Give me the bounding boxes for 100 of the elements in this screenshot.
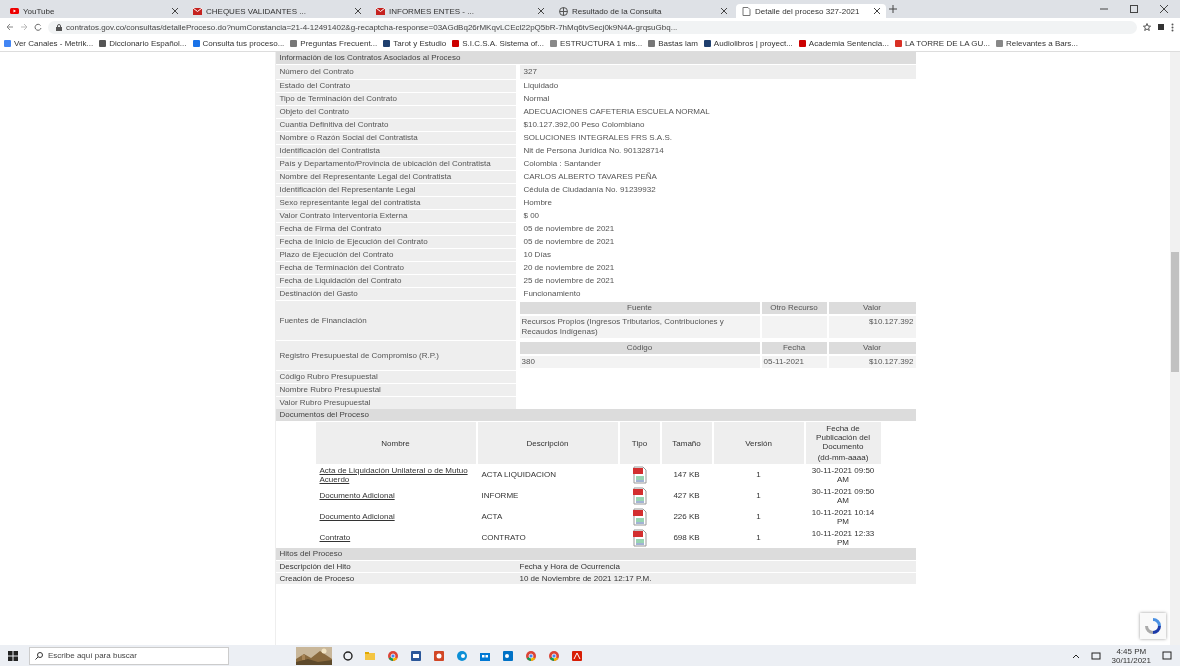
bookmark-icon [99,40,107,47]
table-cell: 05-11-2021 [761,356,827,368]
browser-tab[interactable]: CHEQUES VALIDANTES ... [187,4,367,18]
document-link[interactable]: Documento Adicional [319,491,395,500]
field-value: 05 de noviembre de 2021 [522,236,616,248]
app-icon[interactable] [387,649,399,662]
lock-icon [56,23,62,31]
bookmark-icon [798,40,806,47]
maximize-icon[interactable] [1130,5,1138,13]
browser-tab[interactable]: INFORMES ENTES - ... [370,4,550,18]
field-value: 05 de noviembre de 2021 [522,223,616,235]
column-header: Fuente [519,302,760,314]
field-label: Identificación del Representante Legal [275,184,516,196]
close-icon[interactable] [721,8,727,14]
table-cell-text: 427 KB [672,490,701,502]
browser-tab[interactable]: Detalle del proceso 327-2021 [736,4,886,18]
field-value: 327 [519,65,916,79]
document-link[interactable]: Documento Adicional [319,512,395,521]
app-icon[interactable] [571,649,583,662]
column-header: Fecha [761,342,827,354]
menu-icon[interactable] [1171,22,1174,32]
document-link[interactable]: Acta de Liquidación Unilateral o de Mutuo Acuerdo [319,465,472,484]
taskbar-search-field[interactable]: Escribe aquí para buscar [29,646,229,665]
back-icon[interactable] [6,23,14,31]
table-cell-text: INFORME [480,490,520,502]
bookmark-icon [452,40,460,47]
column-header: Descripción [526,438,569,448]
task-view-icon[interactable] [343,650,353,661]
table-cell-text: 10-11-2021 12:33 PM [810,527,876,548]
pdf-file-icon[interactable] [632,486,647,505]
new-tab-icon[interactable] [889,5,897,13]
field-label: Fecha de Liquidación del Contrato [275,275,516,287]
scrollbar[interactable] [1170,52,1180,645]
close-icon[interactable] [538,8,544,14]
app-icon[interactable] [433,649,445,662]
windows-start-icon[interactable] [8,650,18,661]
field-label: Estado del Contrato [275,80,516,92]
browser-tab[interactable]: YouTube [4,4,184,18]
bookmark-icon [894,40,902,47]
app-icon[interactable] [502,649,514,662]
field-value: Cédula de Ciudadanía No. 91239932 [522,184,657,196]
pdf-file-icon[interactable] [632,528,647,547]
field-label: Sexo representante legal del contratista [275,197,516,209]
field-value: 25 de noviembre de 2021 [522,275,616,287]
bookmark[interactable]: Bastas lam [648,39,698,48]
url-text: contratos.gov.co/consultas/detalleProceso.do?numConstancia=21-4-12491402&g-recaptcha-response=03AGdBq26rMKqvLCEcl22pQ5bR-7hMq6tvSecj0k9N4A-grqsuGbq... [66,22,678,32]
table-cell-text: 10-11-2021 10:14 PM [810,506,876,527]
table-cell: Recursos Propios (Ingresos Tributarios, Contribuciones y Recaudos Indígenas) [519,316,760,338]
field-label: Nombre del Representante Legal del Contratista [275,171,516,183]
table-cell: Fecha y Hora de Ocurrencia [519,562,620,571]
document-link[interactable]: Contrato [319,533,351,542]
close-icon[interactable] [874,8,880,14]
clock[interactable]: 4:45 PM 30/11/2021 [1111,646,1151,665]
address-bar[interactable]: contratos.gov.co/consultas/detalleProceso.do?numConstancia=21-4-12491402&g-recaptcha-response=03AGdBq26rMKqvLCEcl22pQ5bR-7hMq6tvSecj0k9N4A-grqsuGbq... [48,20,1137,34]
star-icon[interactable] [1143,23,1151,31]
column-header: Versión [745,438,772,448]
app-icon[interactable] [525,649,537,662]
table-cell-text: 147 KB [672,469,701,481]
tab-title: YouTube [23,6,56,16]
extension-icon[interactable] [1157,23,1165,31]
section-header: Hitos del Proceso [275,548,916,560]
close-icon[interactable] [172,8,178,14]
scroll-thumb[interactable] [1171,252,1179,372]
close-icon[interactable] [1160,5,1168,13]
browser-tab[interactable]: Resultado de la Consulta [553,4,733,18]
chevron-up-icon[interactable] [1071,652,1080,659]
network-icon[interactable] [1090,651,1101,660]
close-icon[interactable] [355,8,361,14]
field-value: 20 de noviembre de 2021 [522,262,616,274]
notification-icon[interactable] [1162,650,1172,661]
app-icon[interactable] [456,649,468,662]
app-icon[interactable] [548,649,560,662]
field-label: Registro Presupuestal de Compromiso (R.P.) [275,341,516,370]
table-cell-text: ACTA [480,511,504,523]
mail-icon [376,6,385,16]
field-label: Destinación del Gasto [275,288,516,300]
recaptcha-badge [1140,613,1166,639]
field-label: Fuentes de Financiación [275,301,516,340]
bookmark-icon [192,40,200,47]
app-icon[interactable] [410,649,422,662]
bookmark-label: Bastas lam [658,39,698,48]
bookmark-icon [703,40,711,47]
date-text: 30/11/2021 [1111,655,1151,665]
bookmark-icon [4,40,11,47]
field-label: Valor Contrato Interventoría Externa [275,210,516,222]
field-label: Identificación del Contratista [275,145,516,157]
bookmark[interactable]: Tarot y Estudio [383,39,447,48]
reload-icon[interactable] [34,23,42,31]
field-label: Tipo de Terminación del Contrato [275,93,516,105]
field-value: Hombre [522,197,553,209]
field-value: Liquidado [522,80,560,92]
table-cell-text: Creación de Proceso [279,574,356,583]
table-cell: 10 de Noviembre de 2021 12:17 P.M. [519,574,652,583]
field-value: $10.127.392,00 Peso Colombiano [522,119,646,131]
bookmark-label: Tarot y Estudio [393,39,447,48]
pdf-file-icon[interactable] [632,465,647,484]
table-cell: 380 [519,356,760,368]
column-header: Valor [828,342,916,354]
bookmark-icon [550,40,557,47]
pdf-file-icon[interactable] [632,507,647,526]
